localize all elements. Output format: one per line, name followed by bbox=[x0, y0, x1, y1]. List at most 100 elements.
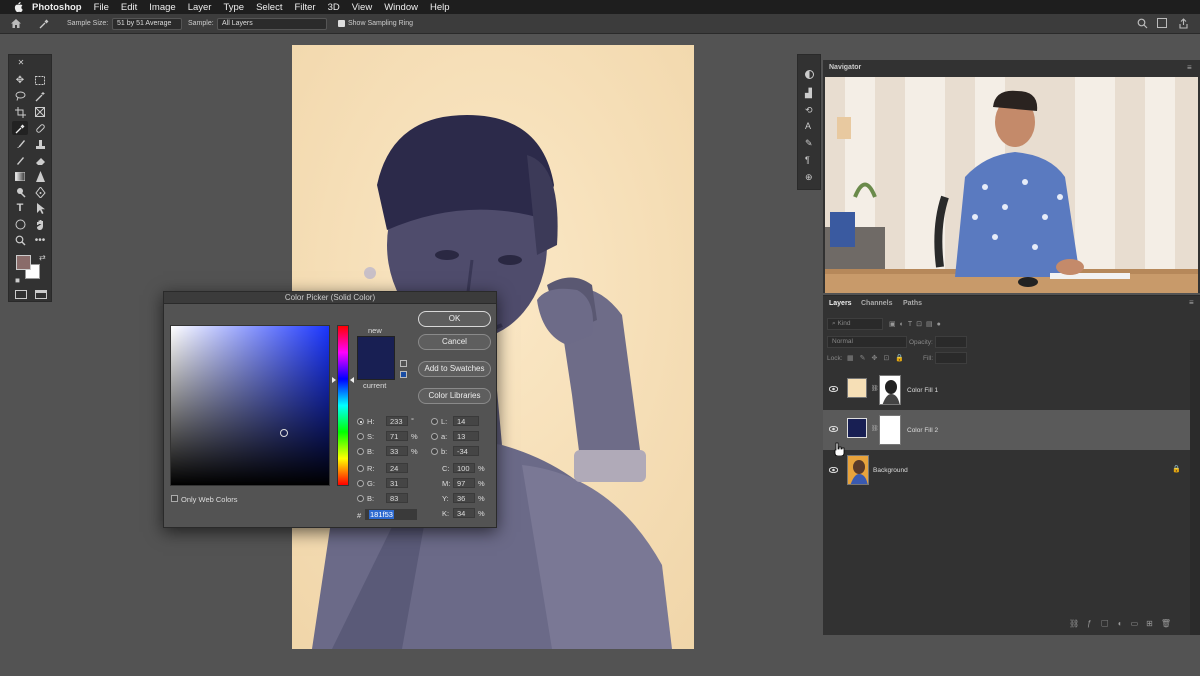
lab-b-field[interactable]: -34 bbox=[453, 446, 479, 456]
layer-name[interactable]: Background bbox=[873, 467, 908, 474]
paragraph-icon[interactable]: ¶ bbox=[805, 155, 810, 165]
sharpen-tool-icon[interactable] bbox=[32, 169, 48, 183]
history-brush-icon[interactable] bbox=[12, 153, 28, 167]
share-icon[interactable] bbox=[1178, 18, 1189, 31]
brush-tool-icon[interactable] bbox=[12, 137, 28, 151]
layer-row-color-fill-2[interactable]: ⛓ Color Fill 2 bbox=[823, 410, 1191, 450]
pen-tool-icon[interactable] bbox=[32, 185, 48, 199]
visibility-eye-icon[interactable] bbox=[829, 426, 838, 432]
menu-layer[interactable]: Layer bbox=[188, 2, 212, 13]
visibility-eye-icon[interactable] bbox=[829, 467, 838, 473]
channels-tab[interactable]: Channels bbox=[861, 300, 893, 307]
s-field[interactable]: 71 bbox=[386, 431, 408, 441]
link-chain-icon[interactable]: ⛓ bbox=[871, 425, 879, 432]
hand-tool-icon[interactable] bbox=[32, 217, 48, 231]
quick-mask-icon[interactable] bbox=[15, 290, 27, 299]
color-libraries-button[interactable]: Color Libraries bbox=[418, 388, 491, 404]
a-radio[interactable] bbox=[431, 433, 438, 440]
k-field[interactable]: 34 bbox=[453, 508, 475, 518]
lasso-tool-icon[interactable] bbox=[12, 89, 28, 103]
gradient-tool-icon[interactable] bbox=[12, 169, 28, 183]
r-field[interactable]: 24 bbox=[386, 463, 408, 473]
layers-scrollbar[interactable] bbox=[1190, 340, 1200, 635]
menu-3d[interactable]: 3D bbox=[328, 2, 340, 13]
opacity-field[interactable] bbox=[935, 336, 967, 348]
dodge-tool-icon[interactable] bbox=[12, 185, 28, 199]
menu-file[interactable]: File bbox=[94, 2, 109, 13]
y-field[interactable]: 36 bbox=[453, 493, 475, 503]
web-safe-icon[interactable] bbox=[400, 371, 407, 378]
crop-tool-icon[interactable] bbox=[12, 105, 28, 119]
adjustments-icon[interactable] bbox=[805, 70, 814, 79]
search-icon[interactable] bbox=[1137, 18, 1148, 31]
blue-field[interactable]: 83 bbox=[386, 493, 408, 503]
link-chain-icon[interactable]: ⛓ bbox=[871, 385, 879, 392]
menu-window[interactable]: Window bbox=[384, 2, 418, 13]
swap-colors-icon[interactable]: ⇄ bbox=[39, 253, 46, 262]
lock-icons[interactable]: ▦✎✥⊡🔒 bbox=[847, 354, 910, 362]
screen-mode-icon[interactable] bbox=[35, 290, 47, 299]
menu-type[interactable]: Type bbox=[223, 2, 244, 13]
b-field[interactable]: 33 bbox=[386, 446, 408, 456]
menu-app-name[interactable]: Photoshop bbox=[32, 2, 82, 13]
layer-row-background[interactable]: Background 🔒 bbox=[823, 451, 1191, 491]
r-radio[interactable] bbox=[357, 465, 364, 472]
color-field[interactable] bbox=[170, 325, 330, 486]
layer-row-color-fill-1[interactable]: ⛓ Color Fill 1 bbox=[823, 370, 1191, 410]
add-to-swatches-button[interactable]: Add to Swatches bbox=[418, 361, 491, 377]
move-tool-icon[interactable]: ✥ bbox=[12, 73, 28, 87]
g-radio[interactable] bbox=[357, 480, 364, 487]
menu-image[interactable]: Image bbox=[149, 2, 175, 13]
foreground-color-swatch[interactable] bbox=[16, 255, 31, 270]
path-selection-icon[interactable] bbox=[32, 201, 48, 215]
menu-help[interactable]: Help bbox=[430, 2, 450, 13]
menu-edit[interactable]: Edit bbox=[121, 2, 137, 13]
a-field[interactable]: 13 bbox=[453, 431, 479, 441]
eraser-tool-icon[interactable] bbox=[32, 153, 48, 167]
layer-mask-thumbnail[interactable] bbox=[879, 415, 901, 445]
layers-bottom-actions[interactable]: ⛓ƒ◻◐▭⊞🗑 bbox=[1069, 619, 1179, 628]
paths-tab[interactable]: Paths bbox=[903, 300, 922, 307]
layers-tab[interactable]: Layers bbox=[829, 300, 852, 307]
hex-field[interactable]: 181f53 bbox=[365, 509, 417, 520]
layer-mask-thumbnail[interactable] bbox=[879, 375, 901, 405]
menu-select[interactable]: Select bbox=[256, 2, 282, 13]
menu-filter[interactable]: Filter bbox=[294, 2, 315, 13]
l-radio[interactable] bbox=[431, 418, 438, 425]
out-of-gamut-icon[interactable] bbox=[400, 360, 407, 367]
m-field[interactable]: 97 bbox=[453, 478, 475, 488]
ok-button[interactable]: OK bbox=[418, 311, 491, 327]
hue-slider[interactable] bbox=[337, 325, 349, 486]
stamp-tool-icon[interactable] bbox=[32, 137, 48, 151]
g-field[interactable]: 31 bbox=[386, 478, 408, 488]
layer-filter-kind[interactable]: ⌕ Kind bbox=[827, 318, 883, 330]
zoom-tool-icon[interactable] bbox=[12, 233, 28, 247]
navigator-menu-icon[interactable]: ≡ bbox=[1187, 63, 1192, 72]
fill-field[interactable] bbox=[935, 352, 967, 364]
layers-menu-icon[interactable]: ≡ bbox=[1189, 298, 1194, 307]
eyedropper-icon[interactable] bbox=[38, 18, 50, 32]
character-icon[interactable]: A bbox=[805, 121, 811, 131]
h-field[interactable]: 233 bbox=[386, 416, 408, 426]
s-radio[interactable] bbox=[357, 433, 364, 440]
type-tool-icon[interactable]: T bbox=[12, 201, 28, 215]
apple-icon[interactable] bbox=[12, 1, 24, 13]
collapse-icon[interactable]: ✕ bbox=[13, 55, 29, 69]
eyedropper-tool-icon[interactable] bbox=[12, 121, 28, 135]
history-icon[interactable]: ⟲ bbox=[805, 105, 813, 116]
show-ring-checkbox[interactable] bbox=[338, 20, 345, 27]
navigator-tab[interactable]: Navigator bbox=[829, 64, 861, 71]
cancel-button[interactable]: Cancel bbox=[418, 334, 491, 350]
blend-mode-select[interactable]: Normal bbox=[827, 336, 907, 348]
healing-brush-icon[interactable] bbox=[32, 121, 48, 135]
brush-settings-icon[interactable]: ✎ bbox=[805, 138, 813, 149]
magic-wand-icon[interactable] bbox=[32, 89, 48, 103]
lock-icon[interactable]: 🔒 bbox=[1172, 465, 1181, 473]
c-field[interactable]: 100 bbox=[453, 463, 475, 473]
layer-filter-icons[interactable]: ▣◐T⊡▤● bbox=[889, 320, 945, 328]
sample-size-select[interactable]: 51 by 51 Average bbox=[112, 18, 182, 30]
home-icon[interactable] bbox=[10, 18, 22, 31]
only-web-colors-checkbox[interactable] bbox=[171, 495, 178, 502]
layer-name[interactable]: Color Fill 1 bbox=[907, 387, 938, 394]
hue-slider-right-arrow[interactable] bbox=[350, 377, 354, 383]
